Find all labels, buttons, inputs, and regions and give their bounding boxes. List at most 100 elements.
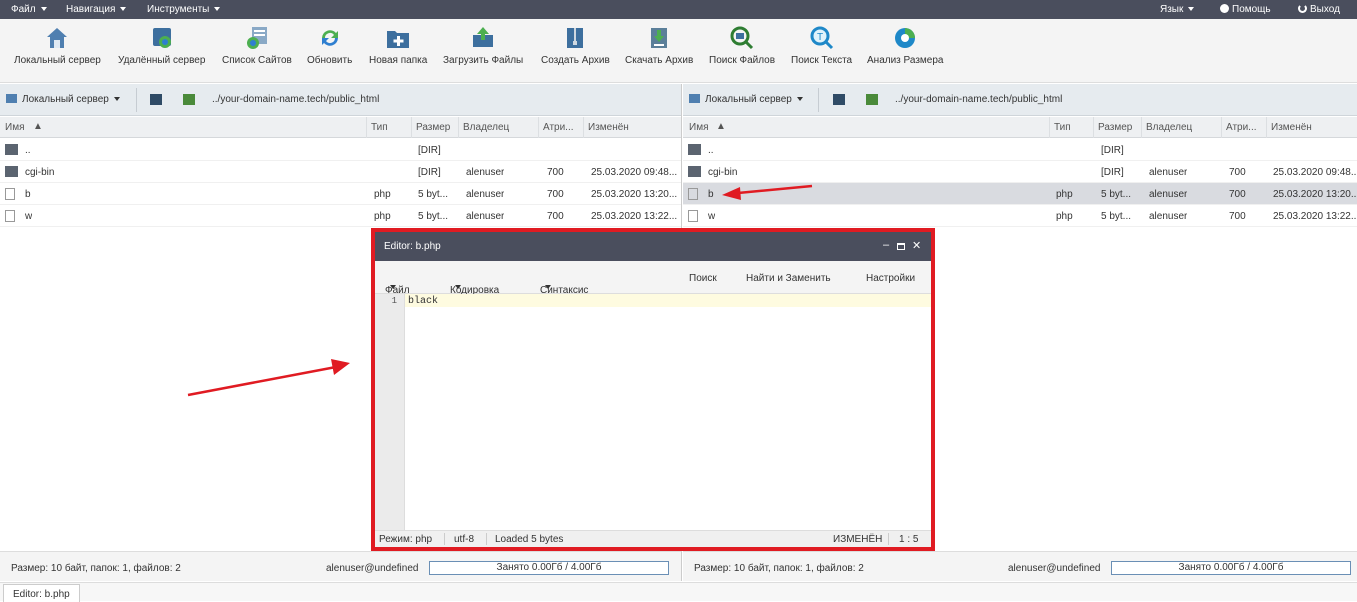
menu-tools-label: Инструменты xyxy=(147,4,210,15)
current-path[interactable]: ../your-domain-name.tech/public_html xyxy=(212,94,379,105)
toolbar-size-analysis-button[interactable]: Анализ Размера xyxy=(867,25,943,66)
toolbar-refresh-button[interactable]: Обновить xyxy=(307,25,352,66)
current-path[interactable]: ../your-domain-name.tech/public_html xyxy=(895,94,1062,105)
column-name[interactable]: Имя xyxy=(5,122,24,133)
table-row[interactable]: cgi-bin [DIR] alenuser 700 25.03.2020 09:48.… xyxy=(683,161,1357,183)
divider xyxy=(1049,117,1050,138)
file-modified: 25.03.2020 09:48... xyxy=(591,167,678,178)
table-row[interactable]: cgi-bin [DIR] alenuser 700 25.03.2020 09:48.… xyxy=(0,161,681,183)
divider xyxy=(458,117,459,138)
server-storage-icon[interactable] xyxy=(833,94,845,105)
toolbar-new-folder-button[interactable]: Новая папка xyxy=(369,25,427,66)
left-server-select[interactable]: Локальный сервер xyxy=(6,94,120,105)
toolbar-label: Список Сайтов xyxy=(222,55,292,66)
column-attributes[interactable]: Атри... xyxy=(543,122,574,133)
taskbar: Editor: b.php xyxy=(0,582,1357,602)
home-icon xyxy=(6,94,17,103)
table-row[interactable]: w php 5 byt... alenuser 700 25.03.2020 13:22.… xyxy=(683,205,1357,227)
editor-search-button[interactable]: Поиск xyxy=(689,273,717,284)
column-type[interactable]: Тип xyxy=(371,122,388,133)
column-attributes[interactable]: Атри... xyxy=(1226,122,1257,133)
file-icon xyxy=(5,188,15,200)
taskbar-editor-tab[interactable]: Editor: b.php xyxy=(3,584,80,602)
editor-window: Editor: b.php – ✕ Файл Кодировка Синтакс… xyxy=(371,228,935,551)
column-size[interactable]: Размер xyxy=(416,122,450,133)
editor-mode: Режим: php xyxy=(379,534,433,545)
exit-link[interactable]: Выход xyxy=(1298,4,1340,15)
chevron-down-icon xyxy=(545,285,551,289)
table-row[interactable]: .. [DIR] xyxy=(0,139,681,161)
table-row[interactable]: .. [DIR] xyxy=(683,139,1357,161)
file-name: b xyxy=(25,189,31,200)
minimize-icon[interactable]: – xyxy=(883,239,889,251)
divider xyxy=(818,88,819,112)
file-type: php xyxy=(374,211,391,222)
column-size[interactable]: Размер xyxy=(1098,122,1132,133)
column-type[interactable]: Тип xyxy=(1054,122,1071,133)
chevron-down-icon xyxy=(390,285,396,289)
chevron-down-icon xyxy=(120,7,127,12)
table-row-selected[interactable]: b php 5 byt... alenuser 700 25.03.2020 13:20.… xyxy=(683,183,1357,205)
toolbar-local-server-button[interactable]: Локальный сервер xyxy=(14,25,101,66)
toolbar-download-archive-button[interactable]: Скачать Архив xyxy=(625,25,693,66)
line-gutter xyxy=(375,294,405,530)
column-owner[interactable]: Владелец xyxy=(1146,122,1192,133)
file-owner: alenuser xyxy=(1149,189,1188,200)
editor-titlebar[interactable]: Editor: b.php – ✕ xyxy=(375,232,931,261)
file-type: php xyxy=(1056,189,1073,200)
file-modified: 25.03.2020 09:48... xyxy=(1273,167,1357,178)
file-icon xyxy=(688,188,698,200)
toolbar-sites-list-button[interactable]: Список Сайтов xyxy=(222,25,292,66)
column-owner[interactable]: Владелец xyxy=(463,122,509,133)
editor-loaded: Loaded 5 bytes xyxy=(495,534,564,545)
close-icon[interactable]: ✕ xyxy=(912,239,921,252)
chevron-down-icon xyxy=(455,285,461,289)
quota-bar: Занято 0.00Гб / 4.00Гб xyxy=(1111,561,1351,575)
menu-file-label: Файл xyxy=(11,4,36,15)
file-name: w xyxy=(708,211,716,222)
editor-settings-button[interactable]: Настройки xyxy=(866,273,915,284)
server-storage-icon[interactable] xyxy=(150,94,162,105)
home-upload-icon[interactable] xyxy=(866,94,878,105)
help-link[interactable]: Помощь xyxy=(1220,4,1271,15)
table-row[interactable]: w php 5 byt... alenuser 700 25.03.2020 13:22.… xyxy=(0,205,681,227)
divider xyxy=(1093,117,1094,138)
file-icon xyxy=(688,210,698,222)
toolbar-create-archive-button[interactable]: Создать Архив xyxy=(541,25,610,66)
remote-server-icon xyxy=(152,28,171,48)
toolbar-file-search-button[interactable]: Поиск Файлов xyxy=(709,25,775,66)
home-icon xyxy=(689,94,700,103)
right-server-select[interactable]: Локальный сервер xyxy=(689,94,803,105)
column-modified[interactable]: Изменён xyxy=(1271,122,1312,133)
file-size: [DIR] xyxy=(418,167,441,178)
menu-file[interactable]: Файл xyxy=(11,4,47,15)
column-name[interactable]: Имя xyxy=(689,122,708,133)
editor-replace-button[interactable]: Найти и Заменить xyxy=(746,273,831,284)
menu-language[interactable]: Язык xyxy=(1160,4,1195,15)
file-modified: 25.03.2020 13:22... xyxy=(591,211,678,222)
home-upload-icon[interactable] xyxy=(183,94,195,105)
column-modified[interactable]: Изменён xyxy=(588,122,629,133)
divider xyxy=(366,117,367,138)
divider xyxy=(1221,117,1222,138)
toolbar-remote-server-button[interactable]: Удалённый сервер xyxy=(118,25,205,66)
status-summary: Размер: 10 байт, папок: 1, файлов: 2 xyxy=(694,563,864,574)
menu-tools[interactable]: Инструменты xyxy=(147,4,221,15)
menu-navigation[interactable]: Навигация xyxy=(66,4,127,15)
line-number: 1 xyxy=(391,296,397,306)
file-size: 5 byt... xyxy=(1101,189,1132,200)
left-address-bar: Локальный сервер ../your-domain-name.tec… xyxy=(0,84,681,116)
folder-icon xyxy=(688,166,701,177)
maximize-icon[interactable] xyxy=(897,243,905,250)
sort-asc-icon: ▲ xyxy=(716,121,726,132)
text-search-icon: T xyxy=(810,26,833,50)
divider xyxy=(411,117,412,138)
main-toolbar: Локальный сервер Удалённый сервер Список… xyxy=(0,19,1357,83)
table-row[interactable]: b php 5 byt... alenuser 700 25.03.2020 13:20.… xyxy=(0,183,681,205)
toolbar-text-search-button[interactable]: T Поиск Текста xyxy=(791,25,852,66)
toolbar-upload-button[interactable]: Загрузить Файлы xyxy=(443,25,523,66)
chevron-down-icon xyxy=(40,7,47,12)
menu-language-label: Язык xyxy=(1160,4,1184,15)
folder-icon xyxy=(5,166,18,177)
code-editor[interactable]: black xyxy=(408,296,438,307)
